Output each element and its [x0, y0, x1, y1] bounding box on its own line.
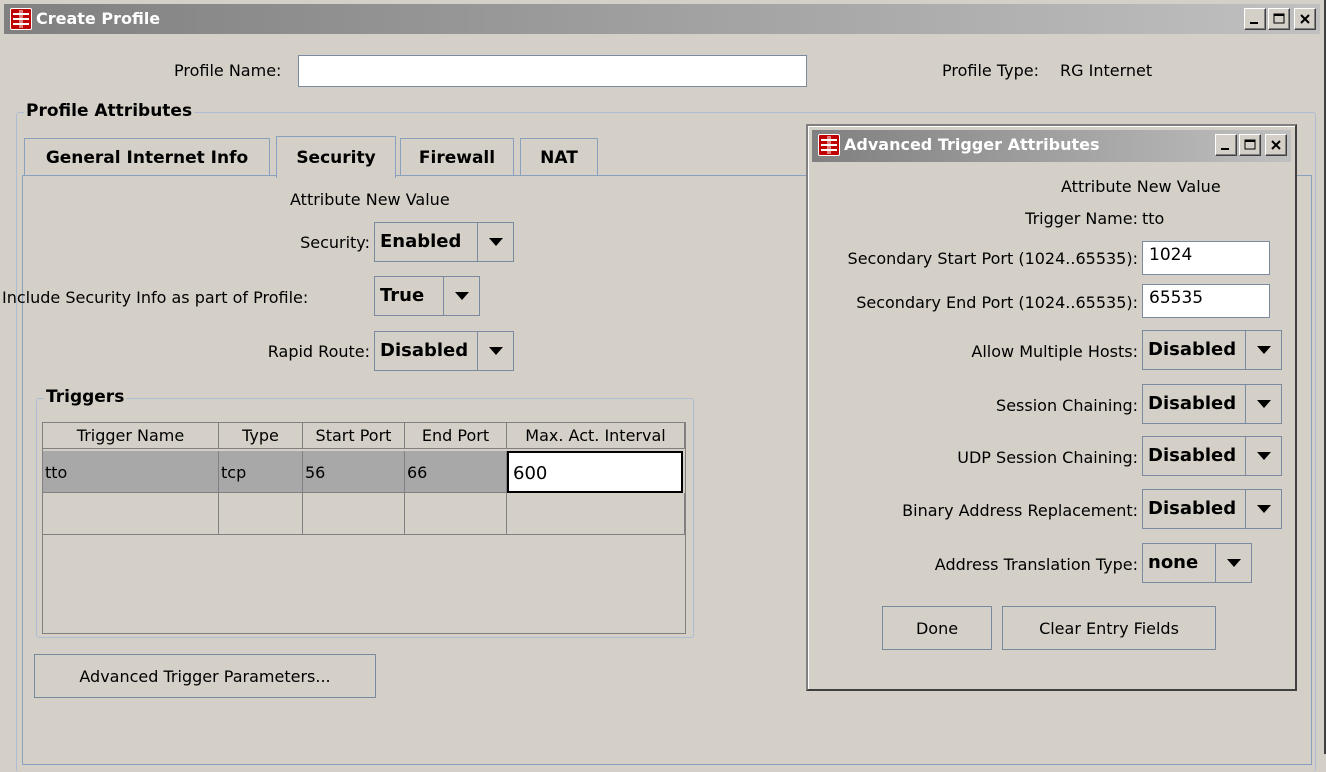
col-start-port[interactable]: Start Port — [303, 423, 405, 449]
tab-firewall[interactable]: Firewall — [400, 138, 514, 176]
tab-security[interactable]: Security — [276, 136, 396, 178]
minimize-icon — [1221, 148, 1229, 150]
session-chaining-combo[interactable]: Disabled — [1142, 384, 1282, 424]
secondary-end-port-label: Secondary End Port (1024..65535): — [856, 293, 1138, 312]
profile-name-field[interactable] — [298, 55, 807, 87]
binary-address-replacement-label: Binary Address Replacement: — [902, 501, 1138, 520]
advanced-trigger-dialog: Advanced Trigger Attributes Attribute Ne… — [806, 124, 1297, 691]
tab-general-internet-info[interactable]: General Internet Info — [24, 138, 270, 176]
minimize-button[interactable] — [1215, 134, 1237, 156]
triggers-title: Triggers — [44, 387, 127, 407]
max-act-interval-editor[interactable]: 600 — [507, 451, 683, 493]
dropdown-arrow-icon[interactable] — [477, 332, 513, 370]
minimize-button[interactable] — [1244, 8, 1266, 30]
allow-multiple-hosts-label: Allow Multiple Hosts: — [971, 342, 1138, 361]
app-icon — [10, 8, 32, 30]
clear-entry-fields-button[interactable]: Clear Entry Fields — [1002, 606, 1216, 650]
maximize-button[interactable] — [1239, 134, 1261, 156]
address-translation-type-label: Address Translation Type: — [934, 555, 1138, 574]
dropdown-arrow-icon[interactable] — [443, 277, 479, 315]
table-cell[interactable] — [219, 493, 303, 535]
security-value: Enabled — [380, 231, 462, 252]
dropdown-arrow-icon[interactable] — [1245, 437, 1281, 475]
maximize-icon — [1273, 13, 1285, 24]
rapid-route-value: Disabled — [380, 340, 469, 361]
secondary-start-port-field[interactable]: 1024 — [1142, 241, 1270, 275]
close-icon — [1300, 14, 1310, 24]
rapid-route-label: Rapid Route: — [267, 342, 370, 361]
profile-type-value: RG Internet — [1060, 61, 1153, 80]
advanced-trigger-parameters-button[interactable]: Advanced Trigger Parameters... — [34, 654, 376, 698]
udp-session-chaining-label: UDP Session Chaining: — [957, 448, 1138, 467]
dropdown-arrow-icon[interactable] — [1245, 331, 1281, 369]
col-end-port[interactable]: End Port — [405, 423, 507, 449]
address-translation-type-combo[interactable]: none — [1142, 543, 1252, 583]
maximize-button[interactable] — [1268, 8, 1290, 30]
profile-attributes-title: Profile Attributes — [24, 101, 195, 121]
table-cell[interactable]: tto — [43, 451, 219, 493]
col-type[interactable]: Type — [219, 423, 303, 449]
main-titlebar[interactable]: Create Profile — [4, 4, 1320, 34]
dropdown-arrow-icon[interactable] — [1215, 544, 1251, 582]
dropdown-arrow-icon[interactable] — [1245, 490, 1281, 528]
col-max-act-interval[interactable]: Max. Act. Interval — [507, 423, 685, 449]
minimize-icon — [1250, 22, 1258, 24]
triggers-table: Trigger Name Type Start Port End Port Ma… — [42, 422, 686, 634]
app-icon — [818, 134, 840, 156]
dialog-header: Attribute New Value — [1061, 177, 1221, 196]
dropdown-arrow-icon[interactable] — [477, 223, 513, 261]
include-security-value: True — [380, 285, 425, 306]
close-button[interactable] — [1294, 8, 1316, 30]
secondary-start-port-label: Secondary Start Port (1024..65535): — [847, 249, 1138, 268]
binary-address-replacement-combo[interactable]: Disabled — [1142, 489, 1282, 529]
security-header: Attribute New Value — [290, 190, 450, 209]
session-chaining-label: Session Chaining: — [996, 396, 1138, 415]
security-combo[interactable]: Enabled — [374, 222, 514, 262]
table-cell[interactable] — [507, 493, 685, 535]
col-trigger-name[interactable]: Trigger Name — [43, 423, 219, 449]
dialog-titlebar[interactable]: Advanced Trigger Attributes — [812, 130, 1291, 162]
tab-nat[interactable]: NAT — [520, 138, 598, 176]
profile-name-label: Profile Name: — [174, 61, 282, 80]
trigger-name-label: Trigger Name: — [1025, 209, 1138, 228]
table-cell[interactable]: 66 — [405, 451, 507, 493]
binary-address-replacement-value: Disabled — [1148, 498, 1237, 519]
session-chaining-value: Disabled — [1148, 393, 1237, 414]
table-cell[interactable] — [405, 493, 507, 535]
dropdown-arrow-icon[interactable] — [1245, 385, 1281, 423]
udp-session-chaining-value: Disabled — [1148, 445, 1237, 466]
address-translation-type-value: none — [1148, 552, 1199, 573]
allow-multiple-hosts-combo[interactable]: Disabled — [1142, 330, 1282, 370]
close-icon — [1271, 140, 1281, 150]
allow-multiple-hosts-value: Disabled — [1148, 339, 1237, 360]
maximize-icon — [1244, 139, 1256, 150]
table-cell[interactable] — [43, 493, 219, 535]
rapid-route-combo[interactable]: Disabled — [374, 331, 514, 371]
window-title: Create Profile — [36, 9, 161, 28]
dialog-title: Advanced Trigger Attributes — [844, 135, 1100, 154]
security-label: Security: — [300, 233, 370, 252]
include-security-combo[interactable]: True — [374, 276, 480, 316]
table-cell[interactable] — [303, 493, 405, 535]
table-cell[interactable]: tcp — [219, 451, 303, 493]
done-button[interactable]: Done — [882, 606, 992, 650]
trigger-name-value: tto — [1142, 209, 1165, 228]
secondary-end-port-field[interactable]: 65535 — [1142, 284, 1270, 318]
include-security-label: Include Security Info as part of Profile… — [2, 288, 309, 307]
close-button[interactable] — [1265, 134, 1287, 156]
udp-session-chaining-combo[interactable]: Disabled — [1142, 436, 1282, 476]
profile-type-label: Profile Type: — [942, 61, 1039, 80]
table-cell[interactable]: 56 — [303, 451, 405, 493]
